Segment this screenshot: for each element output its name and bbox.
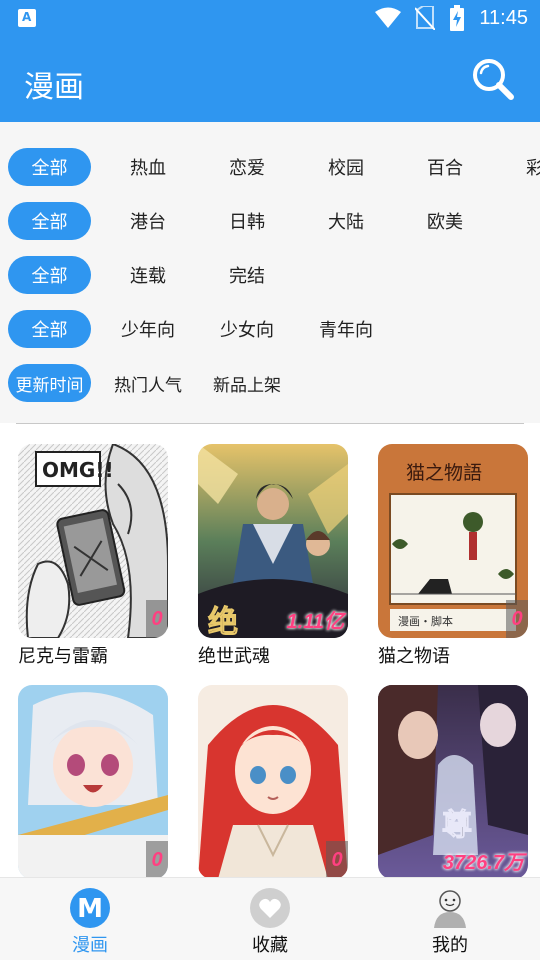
manga-m-icon: M [70, 888, 110, 928]
comic-title: 尼克与雷霸 [18, 646, 108, 667]
view-count-badge: 0 [326, 841, 348, 877]
comic-cover: 绝 1.11亿 [198, 444, 348, 638]
cover-text: OMG!! [42, 458, 114, 482]
sort-chip-update-time[interactable]: 更新时间 [8, 364, 91, 402]
wifi-icon [375, 7, 402, 28]
svg-text:M: M [77, 894, 103, 924]
status-chip-ongoing[interactable]: 连载 [108, 256, 188, 294]
audience-chip-shounen[interactable]: 少年向 [108, 310, 188, 348]
sort-filter-row: 更新时间 热门人气 新品上架 [0, 354, 540, 408]
sort-chip-popular[interactable]: 热门人气 [108, 364, 188, 402]
status-time: 11:45 [479, 6, 528, 29]
comic-card[interactable]: 0 [198, 685, 348, 877]
status-filter-row: 全部 连载 完结 [0, 246, 540, 300]
region-chip-mainland[interactable]: 大陆 [306, 202, 386, 240]
tab-favorites[interactable]: 收藏 [210, 878, 330, 960]
bottom-tab-bar: M 漫画 收藏 我的 [0, 877, 540, 960]
comic-card[interactable]: 猫之物語 漫画・脚本 0 猫之物语 [378, 444, 528, 668]
region-chip-hk-tw[interactable]: 港台 [108, 202, 188, 240]
svg-text:绝: 绝 [208, 605, 238, 638]
comic-cover: 0 [18, 685, 168, 877]
comic-card[interactable]: 尊 3726.7万 [378, 685, 528, 877]
genre-filter-row: 全部 热血 恋爱 校园 百合 彩 [0, 138, 540, 192]
page-title: 漫画 [24, 70, 84, 105]
region-chip-jp-kr[interactable]: 日韩 [207, 202, 287, 240]
tab-label: 漫画 [72, 935, 108, 956]
comic-cover: OMG!! 0 [18, 444, 168, 638]
status-icons: 11:45 [375, 5, 528, 31]
comic-title: 猫之物语 [378, 646, 450, 667]
view-count-badge: 1.11亿 [286, 610, 344, 633]
status-bar: 11:45 [0, 0, 540, 36]
app-notification-icon [18, 9, 36, 27]
search-button[interactable] [470, 56, 516, 102]
svg-text:漫画・脚本: 漫画・脚本 [398, 614, 453, 628]
view-count-badge: 0 [146, 841, 168, 877]
region-filter-row: 全部 港台 日韩 大陆 欧美 [0, 192, 540, 246]
heart-icon [250, 888, 290, 928]
comic-cover: 0 [198, 685, 348, 877]
genre-chip-hot-blood[interactable]: 热血 [108, 148, 188, 186]
cover-text: 猫之物語 [406, 462, 482, 484]
view-count-badge: 0 [146, 600, 168, 638]
status-chip-completed[interactable]: 完结 [207, 256, 287, 294]
tab-label: 收藏 [252, 935, 288, 956]
audience-chip-shoujo[interactable]: 少女向 [207, 310, 287, 348]
genre-chip-campus[interactable]: 校园 [306, 148, 386, 186]
app-bar: 漫画 [0, 36, 540, 122]
sort-chip-new[interactable]: 新品上架 [207, 364, 287, 402]
genre-chip-romance[interactable]: 恋爱 [207, 148, 287, 186]
comic-title: 绝世武魂 [198, 646, 270, 667]
tab-profile[interactable]: 我的 [390, 878, 510, 960]
comic-card[interactable]: 绝 1.11亿 绝世武魂 [198, 444, 348, 668]
comic-grid: OMG!! 0 尼克与雷霸 绝 1.11亿 绝世武魂 猫之物語 漫画・脚本 0 … [0, 424, 540, 877]
genre-chip-color[interactable]: 彩 [526, 148, 540, 186]
search-icon [473, 59, 514, 100]
svg-text:尊: 尊 [442, 808, 472, 843]
no-sim-icon [415, 6, 436, 30]
audience-filter-row: 全部 少年向 少女向 青年向 [0, 300, 540, 354]
comic-card[interactable]: OMG!! 0 尼克与雷霸 [18, 444, 168, 668]
status-chip-all[interactable]: 全部 [8, 256, 91, 294]
region-chip-western[interactable]: 欧美 [405, 202, 485, 240]
region-chip-all[interactable]: 全部 [8, 202, 91, 240]
comic-cover: 尊 3726.7万 [378, 685, 528, 877]
audience-chip-all[interactable]: 全部 [8, 310, 91, 348]
filter-panel: 全部 热血 恋爱 校园 百合 彩 全部 港台 日韩 大陆 欧美 全部 连载 完结… [0, 122, 540, 423]
tab-label: 我的 [432, 935, 468, 956]
view-count-badge: 3726.7万 [442, 851, 524, 874]
genre-chip-yuri[interactable]: 百合 [405, 148, 485, 186]
audience-chip-seinen[interactable]: 青年向 [306, 310, 386, 348]
view-count-badge: 0 [506, 600, 528, 638]
battery-charging-icon [450, 5, 465, 31]
comic-card[interactable]: 0 [18, 685, 168, 877]
tab-manga[interactable]: M 漫画 [30, 878, 150, 960]
user-avatar-icon [434, 890, 466, 928]
comic-cover: 猫之物語 漫画・脚本 0 [378, 444, 528, 638]
genre-chip-all[interactable]: 全部 [8, 148, 91, 186]
